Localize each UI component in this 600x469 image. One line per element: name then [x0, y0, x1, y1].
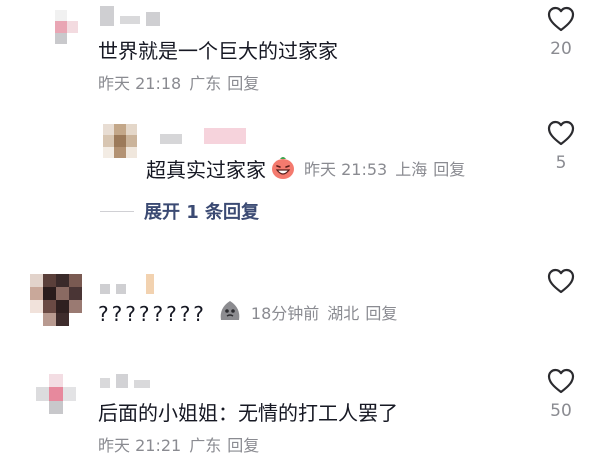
comment-time: 18分钟前: [250, 304, 320, 323]
heart-icon: [547, 120, 575, 146]
comment-location: 广东: [189, 74, 222, 93]
reply-button[interactable]: 回复: [433, 160, 465, 179]
gray-blob-emoji-icon: [217, 298, 243, 330]
username[interactable]: [100, 274, 154, 294]
laughing-face-emoji-icon: [270, 154, 296, 186]
divider-line: [100, 210, 134, 212]
heart-icon: [547, 6, 575, 32]
reply-meta: 昨天 21:53 上海 回复: [304, 160, 465, 180]
comment-location: 湖北: [327, 304, 360, 323]
username[interactable]: [100, 6, 160, 26]
comment-item: ???????? 18分钟前 湖北 回复: [0, 262, 600, 352]
comment-content: ????????: [98, 302, 207, 326]
comment-item: 后面的小姐姐：无情的打工人罢了 昨天 21:21 广东 回复 50: [0, 362, 600, 469]
reply-time: 昨天 21:53: [304, 160, 388, 179]
comment-meta: 昨天 21:18 广东 回复: [98, 74, 259, 94]
like-count: 5: [555, 153, 567, 173]
like-button[interactable]: [541, 268, 581, 300]
heart-icon: [547, 268, 575, 294]
comment-meta: 昨天 21:21 广东 回复: [98, 436, 259, 456]
reply-location: 上海: [395, 160, 428, 179]
like-button[interactable]: 50: [541, 368, 581, 422]
like-button[interactable]: 20: [541, 6, 581, 60]
like-button[interactable]: 5: [541, 120, 581, 174]
comment-text: 世界就是一个巨大的过家家: [98, 39, 338, 63]
like-count: 50: [550, 401, 572, 421]
avatar[interactable]: [30, 274, 82, 326]
reply-text: 超真实过家家 昨天 21:53 上海 回复: [146, 154, 465, 186]
avatar[interactable]: [44, 10, 78, 44]
username[interactable]: [100, 374, 150, 388]
reply-content: 超真实过家家: [146, 158, 266, 182]
reply-button[interactable]: 回复: [227, 74, 259, 93]
comment-meta: 18分钟前 湖北 回复: [251, 304, 397, 324]
heart-icon: [547, 368, 575, 394]
comment-time: 昨天 21:18: [98, 74, 182, 93]
reply-button[interactable]: 回复: [227, 436, 259, 455]
comment-text: 后面的小姐姐：无情的打工人罢了: [98, 401, 398, 425]
comment-time: 昨天 21:21: [98, 436, 182, 455]
avatar[interactable]: [103, 124, 137, 158]
reply-item: 超真实过家家 昨天 21:53 上海 回复 5: [0, 112, 600, 192]
avatar[interactable]: [36, 374, 76, 414]
comment-item: 世界就是一个巨大的过家家 昨天 21:18 广东 回复 20: [0, 0, 600, 108]
like-count: 20: [550, 39, 572, 59]
username[interactable]: [160, 128, 246, 144]
expand-replies-label: 展开 1 条回复: [144, 202, 260, 223]
comment-location: 广东: [189, 436, 222, 455]
expand-replies-button[interactable]: 展开 1 条回复: [100, 198, 259, 224]
reply-button[interactable]: 回复: [365, 304, 397, 323]
comment-text: ???????? 18分钟前 湖北 回复: [98, 298, 397, 330]
